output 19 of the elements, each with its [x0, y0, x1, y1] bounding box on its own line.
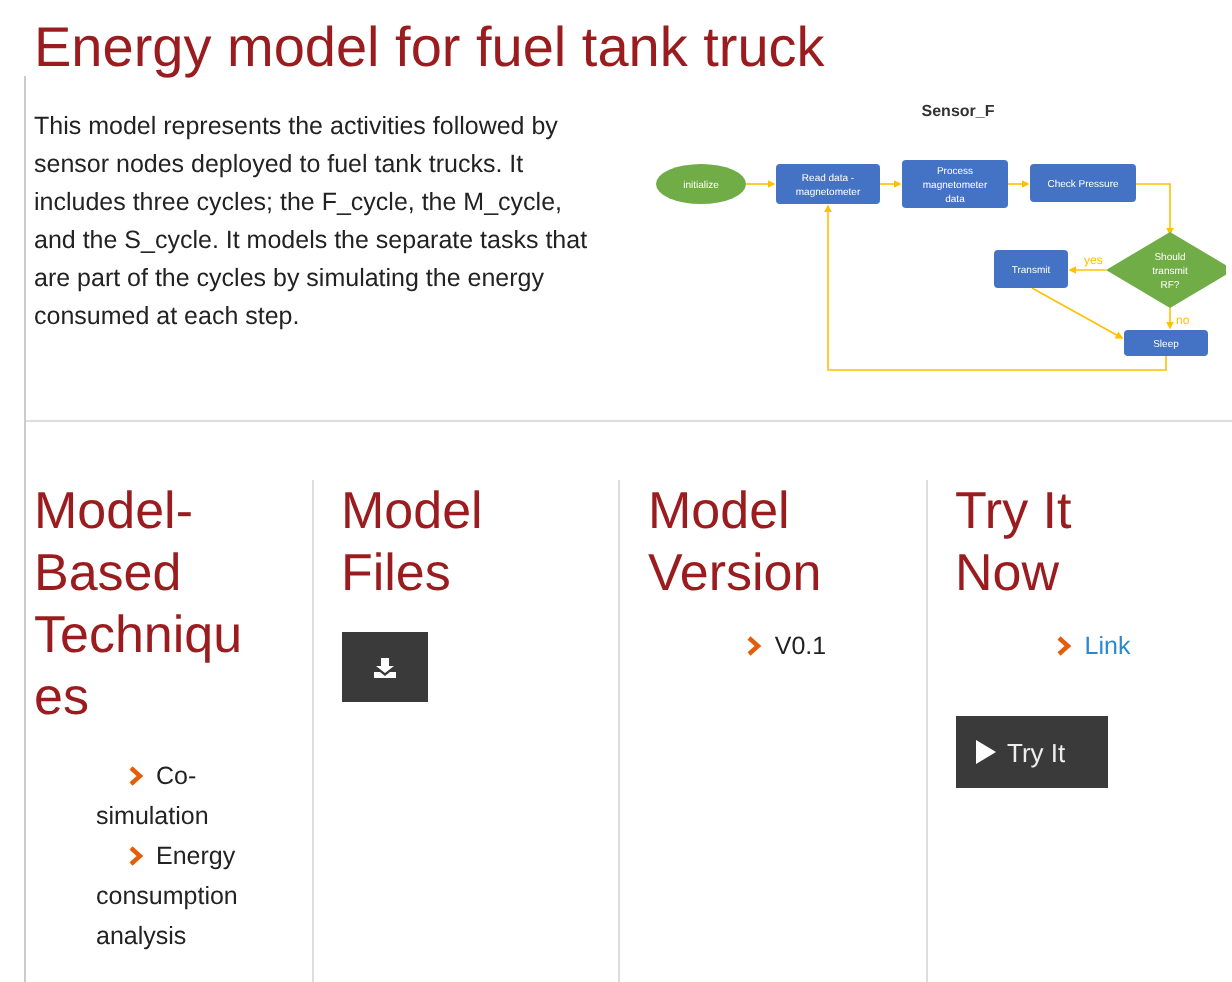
chevron-icon	[746, 636, 763, 656]
model-description: This model represents the activities followed by sensor nodes deployed to fuel tank trucks. It includes three cycles; the F_cycle, the M_cycle, and the S_cycle. It models the separate tasks that are part of the cycles by simulating the energy consumed at each step.	[34, 110, 590, 334]
try-link[interactable]: Link	[1084, 632, 1131, 660]
play-icon	[975, 740, 995, 764]
section-heading: Model Version	[648, 480, 824, 604]
chevron-icon	[128, 846, 144, 866]
technique-item: Co-simulation	[96, 760, 211, 834]
section-heading: Try It Now	[955, 480, 1074, 604]
section-heading: Model- Based Techniqu es	[34, 480, 245, 728]
try-it-button[interactable]: Try It	[955, 716, 1107, 788]
chevron-icon	[1056, 636, 1073, 656]
section-heading: Model Files	[341, 480, 485, 604]
download-icon	[373, 657, 395, 677]
download-button[interactable]	[341, 632, 427, 702]
diagram-title: Sensor_F	[921, 102, 995, 120]
technique-item: Energy consumption analysis	[96, 840, 240, 954]
chevron-icon	[128, 766, 144, 786]
page-title: Energy model for fuel tank truck	[32, 14, 827, 80]
version-item: V0.1	[648, 632, 925, 660]
